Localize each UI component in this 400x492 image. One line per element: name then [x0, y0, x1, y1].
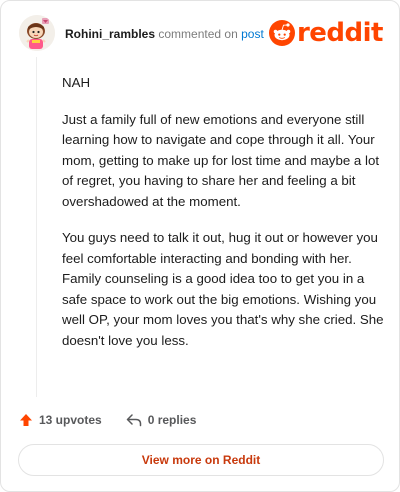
commented-on-text: commented on	[158, 27, 238, 41]
upvote-count: 13 upvotes	[39, 413, 102, 427]
upvote-button[interactable]: 13 upvotes	[19, 413, 102, 427]
reddit-logo-icon	[268, 20, 295, 46]
reply-button[interactable]: 0 replies	[126, 413, 197, 427]
post-link[interactable]: post	[241, 27, 264, 41]
reply-count: 0 replies	[147, 413, 197, 427]
reddit-wordmark: reddit	[296, 18, 384, 48]
comment-embed-card: Rohini_rambles commented on post reddit …	[0, 0, 400, 492]
comment-paragraph: You guys need to talk it out, hug it out…	[62, 230, 384, 348]
comment-paragraph: NAH	[62, 75, 91, 90]
reply-arrow-icon	[126, 414, 141, 427]
view-more-button[interactable]: View more on Reddit	[18, 444, 384, 476]
comment-actions: 13 upvotes 0 replies	[19, 409, 196, 431]
comment-byline: Rohini_rambles commented on post	[65, 27, 264, 41]
reddit-logo[interactable]: reddit	[268, 18, 384, 48]
comment-header: Rohini_rambles commented on post reddit	[19, 15, 384, 55]
user-avatar[interactable]	[19, 15, 55, 51]
comment-paragraph: Just a family full of new emotions and e…	[62, 111, 380, 209]
thread-line	[36, 57, 37, 397]
upvote-arrow-icon	[20, 414, 32, 426]
username-link[interactable]: Rohini_rambles	[65, 27, 155, 41]
comment-body: NAH Just a family full of new emotions a…	[62, 73, 384, 367]
snoo-avatar-icon	[19, 15, 55, 51]
